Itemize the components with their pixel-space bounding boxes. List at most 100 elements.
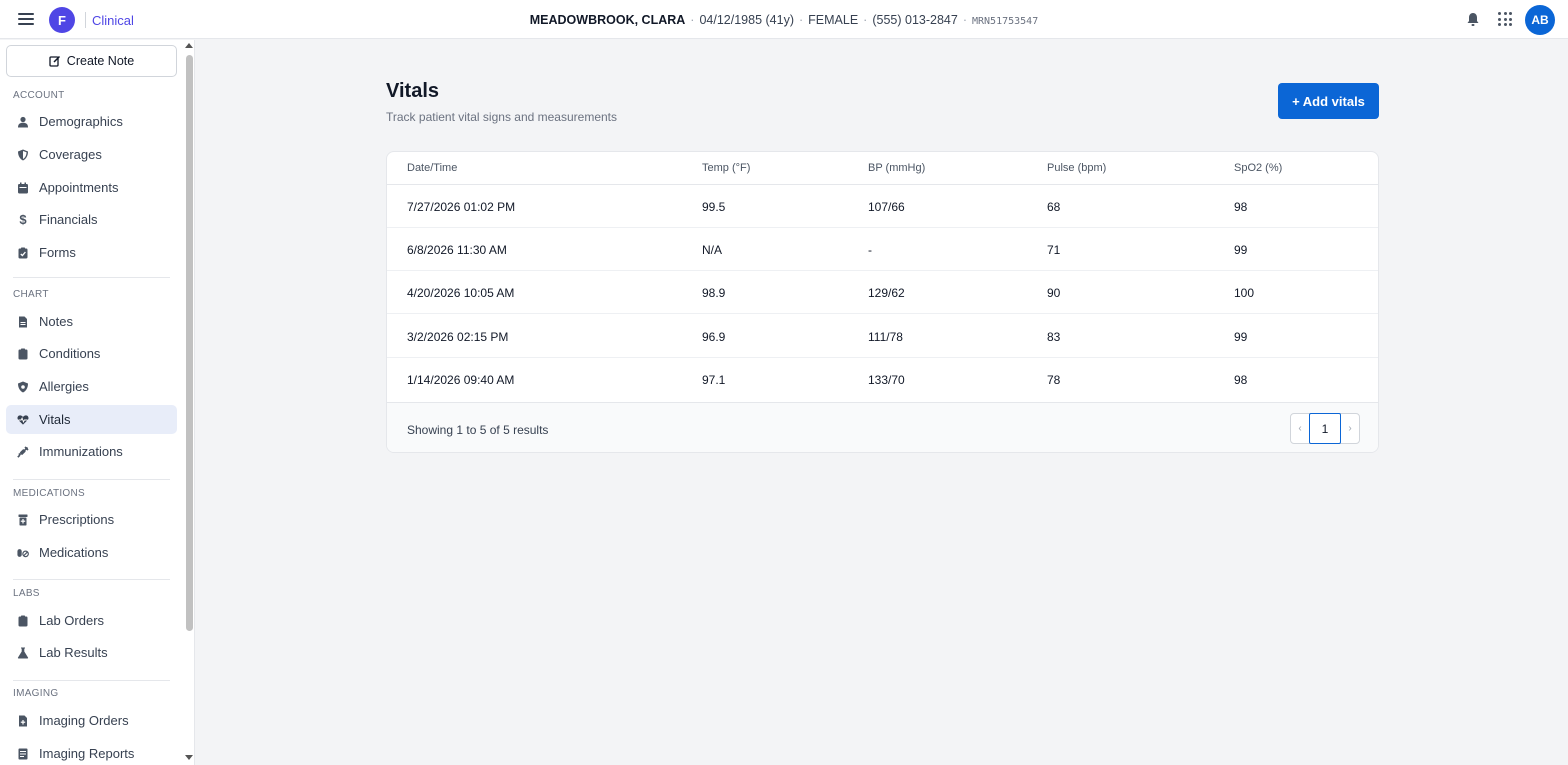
table-row[interactable]: 6/8/2026 11:30 AM N/A - 71 99 [387,228,1378,271]
app-logo[interactable]: F [49,7,75,33]
table-row[interactable]: 1/14/2026 09:40 AM 97.1 133/70 78 98 [387,358,1378,401]
cell-spo2: 99 [1234,330,1248,344]
table-header: Date/Time Temp (°F) BP (mmHg) Pulse (bpm… [387,152,1378,185]
column-header-bp[interactable]: BP (mmHg) [868,162,925,174]
table-row[interactable]: 3/2/2026 02:15 PM 96.9 111/78 83 99 [387,315,1378,358]
logo-divider [85,12,86,28]
sidebar-item-appointments[interactable]: Appointments [6,173,177,202]
sidebar-item-allergies[interactable]: Allergies [6,372,177,401]
column-header-temp[interactable]: Temp (°F) [702,162,750,174]
sidebar-item-coverages[interactable]: Coverages [6,140,177,169]
sidebar-item-vitals[interactable]: Vitals [6,405,177,434]
sidebar-item-label: Coverages [39,147,102,162]
pills-icon [17,547,29,559]
edit-icon [49,55,60,67]
scroll-up-arrow-icon[interactable] [185,43,193,48]
cell-pulse: 78 [1047,373,1061,387]
sidebar-item-lab-orders[interactable]: Lab Orders [6,606,177,635]
column-header-datetime[interactable]: Date/Time [407,162,457,174]
sidebar-item-label: Imaging Reports [39,746,135,761]
sidebar-item-medications[interactable]: Medications [6,538,177,567]
section-imaging: IMAGING [13,688,59,699]
create-note-label: Create Note [66,54,135,68]
results-count: Showing 1 to 5 of 5 results [407,423,549,437]
sidebar-item-imaging-reports[interactable]: Imaging Reports [6,739,177,765]
add-vitals-button[interactable]: + Add vitals [1278,83,1379,119]
sidebar-scroll-thumb[interactable] [186,55,193,631]
sidebar-item-label: Demographics [39,114,123,129]
heart-pulse-icon [17,414,29,426]
cell-bp: 129/62 [868,286,905,300]
page-title: Vitals [386,80,439,102]
cell-spo2: 98 [1234,373,1248,387]
cell-datetime: 4/20/2026 10:05 AM [407,286,515,300]
patient-banner: MEADOWBROOK, CLARA · 04/12/1985 (41y) · FEMA… [0,13,1568,27]
patient-name: MEADOWBROOK, CLARA [529,13,686,27]
top-bar: F Clinical MEADOWBROOK, CLARA · 04/12/1985… [0,0,1568,39]
sidebar-divider [13,277,170,278]
section-labs: LABS [13,588,40,599]
sidebar-item-prescriptions[interactable]: Prescriptions [6,505,177,534]
section-medications: MEDICATIONS [13,488,86,499]
sidebar-item-notes[interactable]: Notes [6,307,177,336]
cell-pulse: 83 [1047,330,1061,344]
cell-datetime: 6/8/2026 11:30 AM [407,243,507,257]
separator: · [962,13,967,27]
dollar-icon: $ [19,212,27,227]
user-avatar[interactable]: AB [1525,5,1555,35]
syringe-icon [17,445,29,458]
separator: · [863,13,868,27]
sidebar-item-label: Medications [39,545,109,560]
sidebar-item-imaging-orders[interactable]: Imaging Orders [6,706,177,735]
sidebar-item-conditions[interactable]: Conditions [6,339,177,368]
section-account: ACCOUNT [13,90,65,101]
shield-icon [17,149,29,161]
cell-spo2: 99 [1234,243,1248,257]
file-plus-icon [17,715,29,727]
table-row[interactable]: 7/27/2026 01:02 PM 99.5 107/66 68 98 [387,185,1378,228]
sidebar-item-label: Imaging Orders [39,713,129,728]
sidebar-divider [13,680,170,681]
table-row[interactable]: 4/20/2026 10:05 AM 98.9 129/62 90 100 [387,271,1378,314]
sidebar-item-label: Conditions [39,346,101,361]
column-header-pulse[interactable]: Pulse (bpm) [1047,162,1106,174]
clipboard-icon [17,348,29,360]
sidebar-item-financials[interactable]: $ Financials [6,205,177,234]
sidebar-divider [13,479,170,480]
column-header-spo2[interactable]: SpO2 (%) [1234,162,1282,174]
patient-mrn: MRN51753547 [972,16,1039,27]
cell-pulse: 68 [1047,200,1061,214]
scroll-down-arrow-icon[interactable] [185,755,193,760]
separator: · [798,13,804,27]
sidebar-item-forms[interactable]: Forms [6,238,177,267]
report-icon [17,748,29,760]
sidebar-divider [13,579,170,580]
sidebar-item-label: Immunizations [39,444,123,459]
patient-sex: FEMALE [808,13,859,27]
cell-temp: N/A [702,243,723,257]
cell-bp: 111/78 [868,330,903,344]
sidebar-item-lab-results[interactable]: Lab Results [6,638,177,667]
page-1-button[interactable]: 1 [1309,413,1341,444]
flask-icon [17,647,29,659]
cell-pulse: 71 [1047,243,1061,257]
apps-grid-icon[interactable] [1498,12,1512,26]
sidebar-item-label: Lab Results [39,645,108,660]
prev-page-button[interactable]: ‹ [1291,414,1309,443]
cell-datetime: 1/14/2026 09:40 AM [407,373,515,387]
menu-icon[interactable] [18,11,34,27]
user-icon [17,116,29,128]
bell-icon[interactable] [1466,12,1480,27]
sidebar-item-label: Appointments [39,180,119,195]
sidebar-item-immunizations[interactable]: Immunizations [6,437,177,466]
sidebar-item-demographics[interactable]: Demographics [6,107,177,136]
create-note-button[interactable]: Create Note [6,45,177,77]
next-page-button[interactable]: › [1341,414,1359,443]
cell-datetime: 7/27/2026 01:02 PM [407,200,516,214]
sidebar-item-label: Lab Orders [39,613,105,628]
pagination: ‹ 1 › [1290,413,1360,444]
shield-alert-icon [17,381,29,393]
app-name[interactable]: Clinical [92,13,134,28]
cell-temp: 96.9 [702,330,726,344]
cell-datetime: 3/2/2026 02:15 PM [407,330,509,344]
